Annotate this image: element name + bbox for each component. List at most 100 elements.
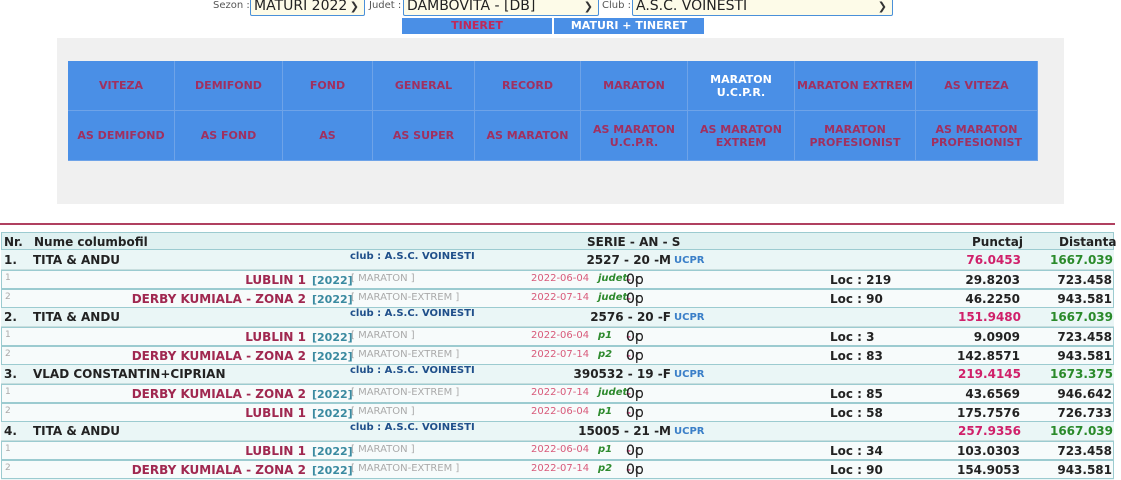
list-item: 2 DERBY KUMIALA - ZONA 2 [2022][ MARATON-E…	[1, 460, 1114, 479]
club-name: club : A.S.C. VOINESTI	[350, 365, 475, 376]
race-place: Loc : 58	[830, 406, 883, 420]
coefficient-value: 0c	[626, 405, 643, 421]
race-type: [ MARATON ]	[351, 273, 415, 284]
category-as[interactable]: AS	[283, 111, 373, 161]
race-type: [ MARATON-EXTREM ]	[351, 349, 460, 360]
category-maraton-profesionist[interactable]: MARATON PROFESIONIST	[795, 111, 916, 161]
category-as-maraton-extrem[interactable]: AS MARATON EXTREM	[688, 111, 795, 161]
fancier-name: TITA & ANDU	[33, 424, 121, 438]
race-place: Loc : 90	[830, 463, 883, 477]
judet-label: Judet :	[369, 0, 402, 11]
category-fond[interactable]: FOND	[283, 61, 373, 111]
category-maraton[interactable]: MARATON	[581, 61, 688, 111]
race-punctaj: 103.0303	[956, 444, 1020, 458]
distanta-value: 1673.375	[1049, 367, 1113, 381]
table-row: 2. TITA & ANDU club : A.S.C. VOINESTI 2576 …	[1, 308, 1114, 327]
category-record[interactable]: RECORD	[475, 61, 581, 111]
race-type: [ MARATON-EXTREM ]	[351, 292, 460, 303]
list-item: 1 LUBLIN 1 [2022][ MARATON ] 2022-06-04 p1 0p…	[1, 441, 1114, 460]
header-distanta: Distanta	[1059, 235, 1117, 249]
tab-maturi-tineret[interactable]: MATURI + TINERET	[554, 18, 704, 34]
row-number: 3.	[4, 367, 17, 381]
category-as-maraton-u-c-p-r[interactable]: AS MARATON U.C.P.R.	[581, 111, 688, 161]
race-date: 2022-06-04	[531, 406, 590, 417]
race-year: [2022]	[312, 388, 353, 401]
category-general[interactable]: GENERAL	[373, 61, 475, 111]
header-nr: Nr.	[4, 235, 23, 249]
race-punctaj: 46.2250	[965, 292, 1020, 306]
sezon-select[interactable]: MATURI 2022 ❯	[250, 0, 365, 16]
race-class: p2	[598, 463, 613, 474]
category-as-fond[interactable]: AS FOND	[175, 111, 283, 161]
category-as-demifond[interactable]: AS DEMIFOND	[68, 111, 175, 161]
row-number: 1.	[4, 253, 17, 267]
race-class: judet	[598, 273, 628, 284]
fancier-name: TITA & ANDU	[33, 253, 121, 267]
coefficient-value: 0c	[626, 272, 643, 288]
race-distanta: 723.458	[1057, 273, 1112, 287]
list-item: 2 LUBLIN 1 [2022][ MARATON ] 2022-06-04 p1 0p…	[1, 403, 1114, 422]
table-row: 3. VLAD CONSTANTIN+CIPRIAN club : A.S.C. V…	[1, 365, 1114, 384]
race-distanta: 723.458	[1057, 330, 1112, 344]
list-item: 2 DERBY KUMIALA - ZONA 2 [2022][ MARATON-E…	[1, 346, 1114, 365]
race-place: Loc : 83	[830, 349, 883, 363]
fancier-name: TITA & ANDU	[33, 310, 121, 324]
table-row: 1. TITA & ANDU club : A.S.C. VOINESTI 2527 …	[1, 251, 1114, 270]
club-select[interactable]: A.S.C. VOINESTI ❯	[632, 0, 893, 16]
race-name: LUBLIN 1	[245, 444, 306, 458]
ring-serie: 2527 - 20 -M	[586, 253, 671, 267]
race-date: 2022-07-14	[531, 292, 590, 303]
race-distanta: 943.581	[1057, 463, 1112, 477]
distanta-value: 1667.039	[1049, 310, 1113, 324]
race-date: 2022-06-04	[531, 330, 590, 341]
ring-serie: 390532 - 19 -F	[573, 367, 672, 381]
category-as-maraton-profesionist[interactable]: AS MARATON PROFESIONIST	[916, 111, 1038, 161]
coefficient-value: 0c	[626, 443, 643, 459]
ucpr-badge: UCPR	[674, 426, 705, 437]
chevron-down-icon: ❯	[583, 0, 593, 13]
category-as-maraton[interactable]: AS MARATON	[475, 111, 581, 161]
race-punctaj: 142.8571	[956, 349, 1020, 363]
category-as-viteza[interactable]: AS VITEZA	[916, 61, 1038, 111]
race-type: [ MARATON ]	[351, 406, 415, 417]
row-number: 4.	[4, 424, 17, 438]
race-distanta: 943.581	[1057, 349, 1112, 363]
category-demifond[interactable]: DEMIFOND	[175, 61, 283, 111]
race-type: [ MARATON ]	[351, 444, 415, 455]
tab-tineret[interactable]: TINERET	[402, 18, 552, 34]
race-index: 2	[5, 292, 11, 302]
table-header: Nr. Nume columbofil SERIE - AN - S Punct…	[1, 232, 1117, 250]
category-maraton-extrem[interactable]: MARATON EXTREM	[795, 61, 916, 111]
race-year: [2022]	[312, 407, 353, 420]
ring-serie: 15005 - 21 -M	[578, 424, 671, 438]
race-class: p1	[598, 330, 613, 341]
race-punctaj: 9.0909	[973, 330, 1020, 344]
race-punctaj: 154.9053	[956, 463, 1020, 477]
judet-select[interactable]: DAMBOVITA - [DB] ❯	[403, 0, 599, 16]
race-place: Loc : 85	[830, 387, 883, 401]
race-year: [2022]	[312, 331, 353, 344]
race-distanta: 723.458	[1057, 444, 1112, 458]
race-year: [2022]	[312, 274, 353, 287]
race-place: Loc : 3	[830, 330, 875, 344]
sezon-label: Sezon :	[213, 0, 250, 11]
chevron-down-icon: ❯	[877, 0, 887, 13]
fancier-name: VLAD CONSTANTIN+CIPRIAN	[33, 367, 226, 381]
race-name: LUBLIN 1	[245, 273, 306, 287]
category-maraton-u-c-p-r[interactable]: MARATON U.C.P.R.	[688, 61, 795, 111]
race-date: 2022-07-14	[531, 349, 590, 360]
race-punctaj: 175.7576	[956, 406, 1020, 420]
category-viteza[interactable]: VITEZA	[68, 61, 175, 111]
punctaj-value: 219.4145	[957, 367, 1021, 381]
race-year: [2022]	[312, 445, 353, 458]
race-year: [2022]	[312, 350, 353, 363]
ucpr-badge: UCPR	[674, 255, 705, 266]
header-serie: SERIE - AN - S	[587, 235, 681, 249]
race-name: DERBY KUMIALA - ZONA 2	[131, 292, 306, 306]
category-as-super[interactable]: AS SUPER	[373, 111, 475, 161]
coefficient-value: 0c	[626, 291, 643, 307]
sezon-value: MATURI 2022	[254, 0, 348, 14]
race-distanta: 726.733	[1057, 406, 1112, 420]
coefficient-value: 0c	[626, 348, 643, 364]
race-type: [ MARATON-EXTREM ]	[351, 463, 460, 474]
